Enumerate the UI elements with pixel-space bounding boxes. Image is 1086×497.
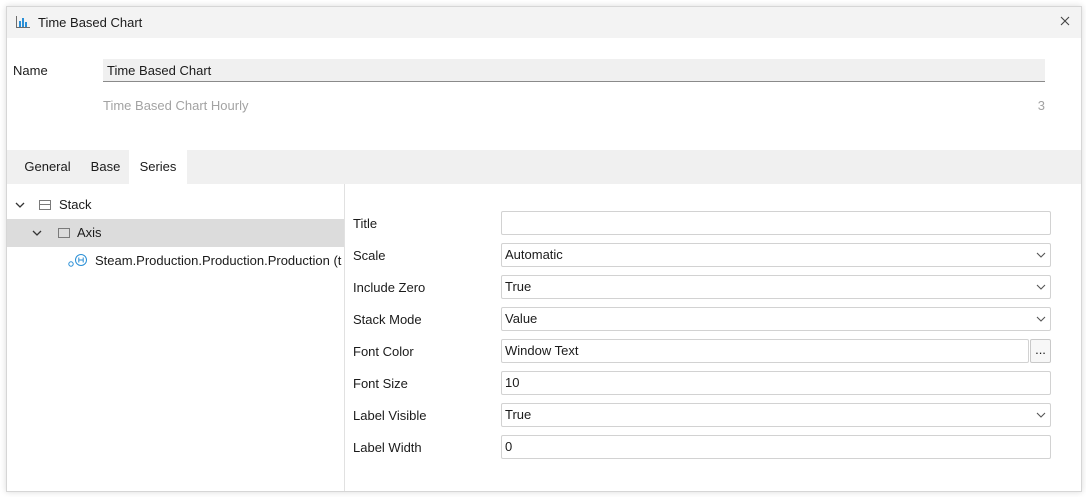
chevron-down-icon[interactable] <box>15 200 25 210</box>
include-zero-label: Include Zero <box>353 280 426 295</box>
font-size-input[interactable]: 10 <box>501 371 1051 395</box>
series-tree: Stack Axis Steam.Production.Production.P… <box>7 184 345 491</box>
scale-value: Automatic <box>505 247 563 262</box>
axis-icon <box>58 228 70 238</box>
font-color-label: Font Color <box>353 344 414 359</box>
tree-item-label: Steam.Production.Production.Production (… <box>95 253 342 268</box>
tree-item-label: Stack <box>59 197 92 212</box>
name-input[interactable] <box>103 59 1045 82</box>
chevron-down-icon <box>1036 316 1046 322</box>
label-visible-select[interactable]: True <box>501 403 1051 427</box>
window-title: Time Based Chart <box>38 15 143 30</box>
stack-icon <box>39 200 51 210</box>
stack-mode-select[interactable]: Value <box>501 307 1051 331</box>
properties-panel: Title Scale Automatic Include Zero True … <box>345 184 1081 491</box>
font-color-input[interactable]: Window Text <box>501 339 1029 363</box>
label-width-label: Label Width <box>353 440 422 455</box>
close-button[interactable] <box>1057 13 1073 29</box>
title-label: Title <box>353 216 378 231</box>
dialog-window: Time Based Chart Name Time Based Chart H… <box>6 6 1082 492</box>
tree-item-series[interactable]: Steam.Production.Production.Production (… <box>7 247 344 275</box>
stack-mode-value: Value <box>505 311 538 326</box>
bar-chart-icon <box>16 16 30 28</box>
title-input[interactable] <box>501 211 1051 235</box>
tab-series[interactable]: Series <box>129 150 187 184</box>
subtitle-text: Time Based Chart Hourly <box>103 98 249 113</box>
tree-item-label: Axis <box>77 225 102 240</box>
font-size-label: Font Size <box>353 376 408 391</box>
tab-general[interactable]: General <box>13 150 82 184</box>
chevron-down-icon <box>1036 284 1046 290</box>
chevron-down-icon <box>1036 252 1046 258</box>
stack-mode-label: Stack Mode <box>353 312 422 327</box>
font-color-picker-button[interactable]: ... <box>1030 339 1051 363</box>
scale-select[interactable]: Automatic <box>501 243 1051 267</box>
title-bar: Time Based Chart <box>7 7 1081 38</box>
tree-item-stack[interactable]: Stack <box>7 191 344 219</box>
label-visible-value: True <box>505 407 532 422</box>
name-label: Name <box>13 63 48 78</box>
tab-base[interactable]: Base <box>82 150 129 184</box>
include-zero-value: True <box>505 279 532 294</box>
header-area: Name Time Based Chart Hourly 3 <box>7 38 1081 150</box>
label-width-input[interactable]: 0 <box>501 435 1051 459</box>
label-visible-label: Label Visible <box>353 408 427 423</box>
scale-label: Scale <box>353 248 386 263</box>
include-zero-select[interactable]: True <box>501 275 1051 299</box>
chevron-down-icon <box>1036 412 1046 418</box>
close-icon <box>1060 16 1070 26</box>
count-text: 3 <box>1037 98 1045 113</box>
historian-tag-icon <box>68 254 87 267</box>
tab-bar: General Base Series <box>7 150 1081 184</box>
chevron-down-icon[interactable] <box>32 228 42 238</box>
tree-item-axis[interactable]: Axis <box>7 219 344 247</box>
